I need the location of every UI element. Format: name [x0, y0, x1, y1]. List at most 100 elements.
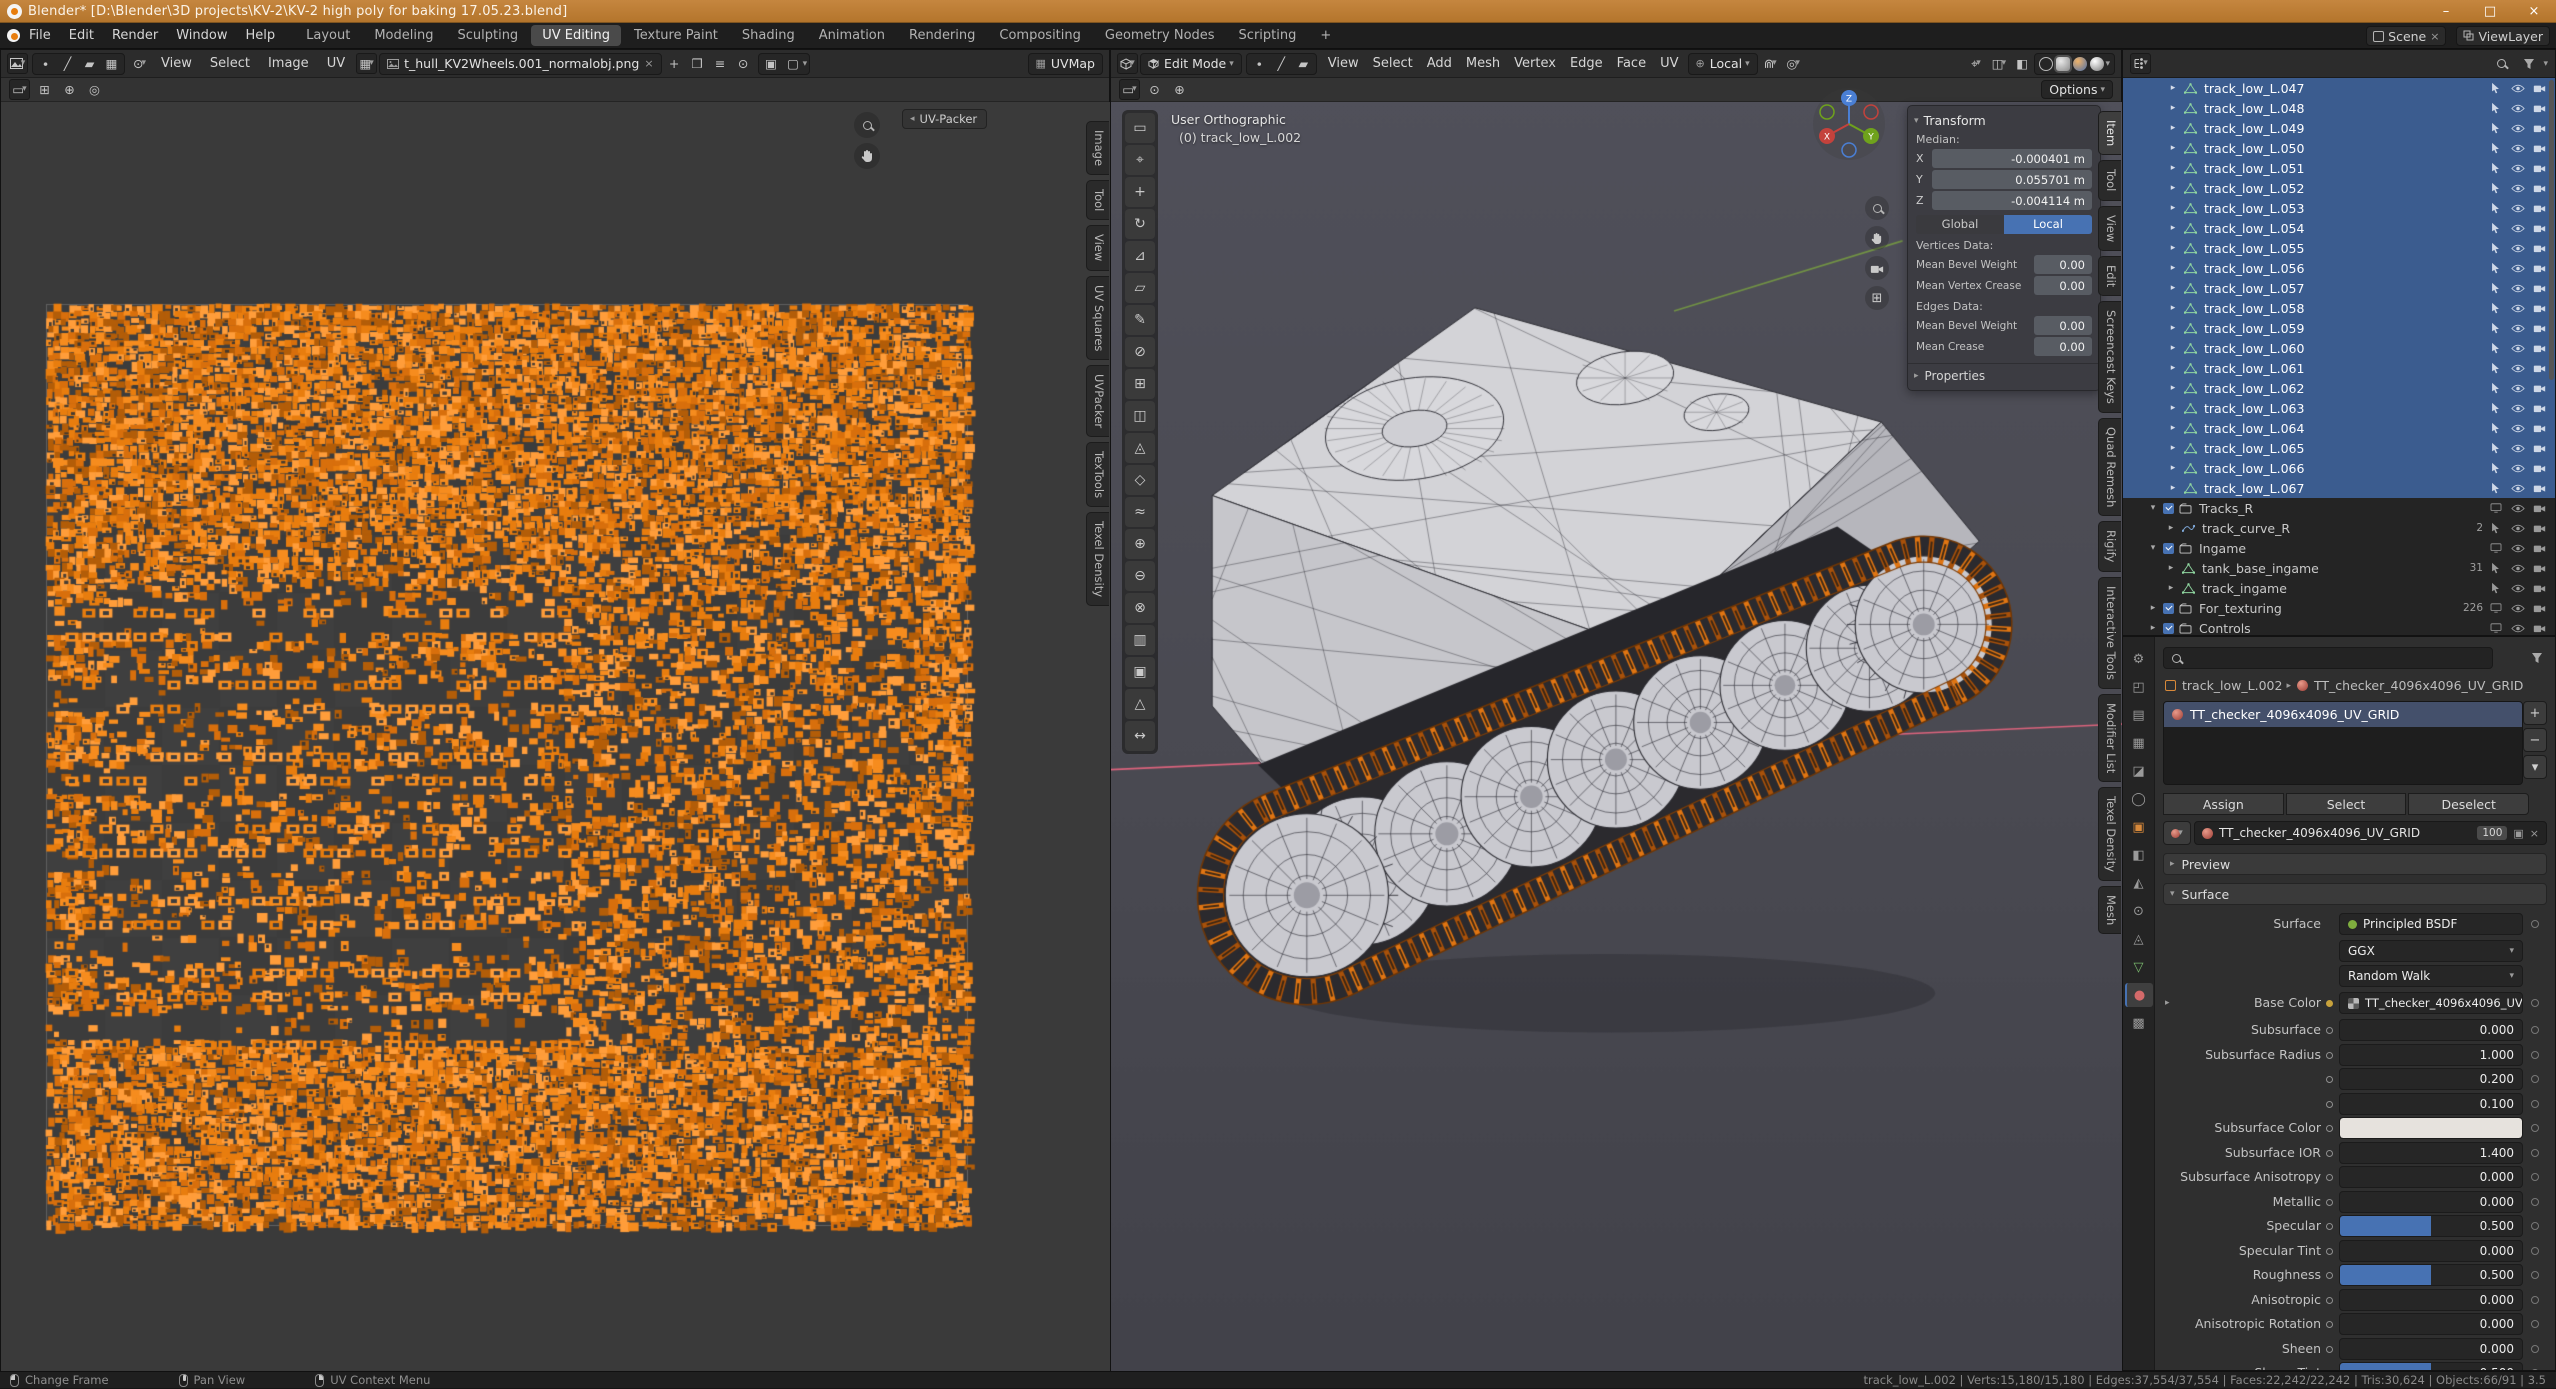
scene-unlink-icon[interactable]: ×	[2430, 30, 2439, 43]
property-value-field[interactable]	[2339, 1117, 2523, 1139]
selectable-icon[interactable]	[2488, 101, 2503, 115]
mesh-select-mode-buttons[interactable]: ∙ ╱ ▰	[1246, 53, 1317, 75]
workspace-tab[interactable]: Modeling	[363, 25, 444, 46]
disable-render-icon[interactable]	[2532, 521, 2547, 535]
value-field[interactable]: 0.00	[2034, 276, 2092, 295]
expand-arrow-icon[interactable]: ▾	[2147, 543, 2159, 553]
hide-eye-icon[interactable]	[2510, 481, 2525, 495]
property-value-field[interactable]: 0.500	[2339, 1362, 2523, 1371]
material-shading-icon[interactable]	[2073, 57, 2087, 71]
outliner-row-selected[interactable]: ▸ track_low_L.063	[2123, 398, 2555, 418]
disable-render-icon[interactable]	[2532, 621, 2547, 635]
tool-button[interactable]: ⊘	[1125, 337, 1155, 367]
hide-eye-icon[interactable]	[2510, 501, 2525, 515]
menu-item[interactable]: Vertex	[1507, 51, 1563, 77]
expand-arrow-icon[interactable]: ▸	[2167, 483, 2179, 493]
decorator-dot[interactable]	[2531, 1026, 2539, 1034]
expand-arrow-icon[interactable]: ▸	[2167, 363, 2179, 373]
disable-render-icon[interactable]	[2532, 321, 2547, 335]
expand-arrow-icon[interactable]: ▸	[2165, 583, 2177, 593]
selectable-icon[interactable]	[2488, 341, 2503, 355]
properties-tab-icon[interactable]: ⚙	[2125, 647, 2153, 671]
pan-hand-icon[interactable]	[854, 143, 880, 169]
workspace-tab[interactable]: Texture Paint	[623, 25, 729, 46]
tool-button[interactable]: ↻	[1125, 209, 1155, 239]
decorator-dot[interactable]	[2531, 1222, 2539, 1230]
selectable-icon[interactable]	[2488, 381, 2503, 395]
expand-arrow-icon[interactable]: ▸	[2167, 263, 2179, 273]
editor-type-icon[interactable]: ▾	[2130, 53, 2151, 74]
expand-arrow-icon[interactable]: ▸	[2167, 303, 2179, 313]
hide-eye-icon[interactable]	[2510, 121, 2525, 135]
outliner-row[interactable]: ▸ track_ingame	[2123, 578, 2555, 598]
options-dropdown[interactable]: Options ▾	[2041, 80, 2113, 99]
expand-arrow-icon[interactable]: ▸	[2167, 403, 2179, 413]
object-name[interactable]: track_low_L.062	[2204, 381, 2304, 396]
navigation-gizmo[interactable]: Z X Y	[1811, 86, 1887, 162]
decorator-dot[interactable]	[2531, 1345, 2539, 1353]
active-tool-icon[interactable]: ▭▾	[9, 79, 30, 100]
selectable-icon[interactable]	[2488, 421, 2503, 435]
disable-render-icon[interactable]	[2532, 581, 2547, 595]
object-name[interactable]: track_low_L.049	[2204, 121, 2304, 136]
properties-collapsed-panel[interactable]: ▸ Properties	[1916, 369, 2092, 383]
viewport-display-icon[interactable]	[2488, 541, 2503, 555]
outliner-row-selected[interactable]: ▸ track_low_L.059	[2123, 318, 2555, 338]
workspace-tab[interactable]: Layout	[295, 25, 361, 46]
workspace-tab[interactable]: Animation	[808, 25, 896, 46]
expand-arrow-icon[interactable]: ▸	[2167, 223, 2179, 233]
expand-arrow-icon[interactable]: ▸	[2167, 423, 2179, 433]
hide-eye-icon[interactable]	[2510, 341, 2525, 355]
menu-item[interactable]: Face	[1610, 51, 1653, 77]
selectable-icon[interactable]	[2488, 301, 2503, 315]
outliner-row-selected[interactable]: ▸ track_low_L.065	[2123, 438, 2555, 458]
tool-button[interactable]: ◬	[1125, 433, 1155, 463]
slot-specials-menu[interactable]: ▾	[2523, 755, 2547, 779]
outliner-row-selected[interactable]: ▸ track_low_L.057	[2123, 278, 2555, 298]
disable-render-icon[interactable]	[2532, 201, 2547, 215]
decorator-dot[interactable]	[2531, 1075, 2539, 1083]
disable-render-icon[interactable]	[2532, 281, 2547, 295]
hide-eye-icon[interactable]	[2510, 541, 2525, 555]
outliner-row-selected[interactable]: ▸ track_low_L.051	[2123, 158, 2555, 178]
object-name[interactable]: track_low_L.055	[2204, 241, 2304, 256]
disable-render-icon[interactable]	[2532, 541, 2547, 555]
item-name[interactable]: Tracks_R	[2199, 501, 2253, 516]
menu-item[interactable]: Render	[103, 23, 167, 49]
object-name[interactable]: track_low_L.051	[2204, 161, 2304, 176]
outliner-row[interactable]: ▾ Tracks_R	[2123, 498, 2555, 518]
outliner-row[interactable]: ▸ Controls	[2123, 618, 2555, 635]
rendered-shading-icon[interactable]	[2090, 57, 2104, 71]
hide-eye-icon[interactable]	[2510, 621, 2525, 635]
item-name[interactable]: For_texturing	[2199, 601, 2282, 616]
menu-item[interactable]: UV	[1653, 51, 1685, 77]
wireframe-shading-icon[interactable]	[2039, 57, 2053, 71]
selectable-icon[interactable]	[2488, 221, 2503, 235]
outliner-row-selected[interactable]: ▸ track_low_L.060	[2123, 338, 2555, 358]
active-tool-icon[interactable]: ▭▾	[1119, 79, 1140, 100]
tool-button[interactable]: ▭	[1125, 113, 1155, 143]
property-value-field[interactable]: 0.500	[2339, 1215, 2523, 1237]
disable-render-icon[interactable]	[2532, 261, 2547, 275]
selectable-icon[interactable]	[2488, 201, 2503, 215]
exclude-checkbox[interactable]	[2163, 543, 2174, 554]
viewport-display-icon[interactable]	[2488, 621, 2503, 635]
exclude-checkbox[interactable]	[2163, 623, 2174, 634]
menu-item[interactable]: View	[1321, 51, 1366, 77]
viewport-display-icon[interactable]	[2488, 601, 2503, 615]
selectable-icon[interactable]	[2488, 121, 2503, 135]
solid-shading-icon[interactable]	[2056, 57, 2070, 71]
material-name-field[interactable]: TT_checker_4096x4096_UV_GRID 100 ▣ ×	[2194, 821, 2547, 845]
expand-arrow-icon[interactable]: ▸	[2147, 623, 2159, 633]
tool-button[interactable]: ◇	[1125, 465, 1155, 495]
properties-tab-icon[interactable]: ◯	[2125, 787, 2153, 811]
hide-eye-icon[interactable]	[2510, 201, 2525, 215]
hide-eye-icon[interactable]	[2510, 221, 2525, 235]
disable-render-icon[interactable]	[2532, 601, 2547, 615]
exclude-checkbox[interactable]	[2163, 503, 2174, 514]
disable-render-icon[interactable]	[2532, 301, 2547, 315]
decorator-dot[interactable]	[2531, 1100, 2539, 1108]
disable-render-icon[interactable]	[2532, 501, 2547, 515]
transform-pivot-icon[interactable]: ⊙	[1144, 79, 1165, 100]
selectable-icon[interactable]	[2488, 241, 2503, 255]
